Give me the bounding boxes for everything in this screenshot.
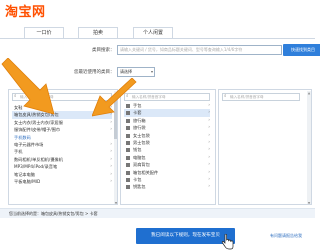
- taobao-logo[interactable]: 淘宝网: [5, 1, 46, 20]
- search-icon: ⌕: [224, 94, 227, 99]
- scroll-down-icon[interactable]: ▼: [307, 201, 311, 204]
- chevron-right-icon: ›: [208, 110, 210, 116]
- chevron-right-icon: ›: [208, 117, 210, 123]
- chevron-right-icon: ›: [208, 154, 210, 160]
- help-link[interactable]: 有问题请报告给我: [270, 233, 302, 239]
- category-icon: [126, 185, 130, 190]
- list-item[interactable]: 电子元器件市场 ›: [12, 141, 112, 148]
- list-item[interactable]: 箱包相关配件 ›: [124, 169, 210, 176]
- category-icon: [126, 155, 130, 160]
- chevron-down-icon: ▾: [150, 69, 153, 74]
- arrow-annotation-1: [1, 58, 55, 115]
- chevron-right-icon: ›: [110, 178, 112, 184]
- recent-category-select[interactable]: 请选择 ▾: [117, 67, 155, 77]
- recent-category-label: 您最近使用的类目：: [74, 70, 115, 75]
- chevron-right-icon: ›: [208, 125, 210, 131]
- list-item[interactable]: 女士内衣/男士内衣/家居服 ›: [12, 119, 112, 126]
- list-item[interactable]: 钥匙包 ›: [124, 183, 210, 190]
- scroll-up-icon[interactable]: ▲: [307, 91, 311, 95]
- tab-divider: [0, 38, 315, 39]
- column-3-search-placeholder: 输入名称/拼音首字母: [230, 95, 264, 99]
- chevron-right-icon: ›: [110, 127, 112, 133]
- chevron-right-icon: ›: [208, 169, 210, 175]
- top-bar: 淘宝网: [0, 0, 315, 20]
- list-item[interactable]: 卡包 ›: [124, 176, 210, 183]
- list-item[interactable]: 笔记本电脑 ›: [12, 171, 112, 178]
- list-item[interactable]: 男士包袋 ›: [124, 139, 210, 146]
- chevron-right-icon: ›: [208, 184, 210, 190]
- chevron-right-icon: ›: [110, 149, 112, 155]
- chevron-right-icon: ›: [110, 119, 112, 125]
- chevron-right-icon: ›: [208, 176, 210, 182]
- hand-cursor-icon: [221, 234, 234, 250]
- category-search-button[interactable]: 快速找到类目: [283, 44, 320, 56]
- column-3-scrollbar[interactable]: ▲ ▼: [307, 91, 311, 204]
- list-item[interactable]: 女士包袋 ›: [124, 132, 210, 139]
- selected-category-path: 您当前选择的是：箱包皮具/热销女包/男包 > 卡套: [0, 208, 315, 218]
- chevron-right-icon: ›: [208, 139, 210, 145]
- chevron-right-icon: ›: [208, 132, 210, 138]
- category-icon: [126, 140, 130, 145]
- list-item[interactable]: 双肩背包 ›: [124, 161, 210, 168]
- list-item[interactable]: 平板电脑/MID ›: [12, 178, 112, 185]
- category-icon: [126, 148, 130, 153]
- chevron-right-icon: ›: [208, 103, 210, 108]
- scroll-down-icon[interactable]: ▼: [114, 201, 117, 204]
- list-item[interactable]: 电脑包 ›: [124, 154, 210, 161]
- category-column-3: ⌕ 输入名称/拼音首字母 ▲ ▼: [218, 89, 312, 205]
- arrow-annotation-2: [92, 78, 137, 117]
- category-icon: [126, 163, 130, 168]
- chevron-right-icon: ›: [110, 164, 112, 170]
- category-icon: [126, 133, 130, 138]
- chevron-right-icon: ›: [208, 147, 210, 153]
- list-group-heading: 手机数码: [14, 134, 31, 140]
- chevron-right-icon: ›: [110, 156, 112, 162]
- list-item[interactable]: 服饰配件/皮带/帽子/围巾 ›: [12, 126, 112, 133]
- category-search-input[interactable]: 请输入关键词 / 货号，如商品标题关键词、型号等查询输入1/4/6字符: [117, 45, 282, 55]
- chevron-right-icon: ›: [110, 141, 112, 147]
- category-icon: [126, 177, 130, 182]
- category-icon: [126, 170, 130, 175]
- recent-category-value: 请选择: [120, 69, 132, 74]
- list-item[interactable]: MP3/MP4/iPod/录音笔 ›: [12, 163, 112, 170]
- column-3-search-input[interactable]: ⌕ 输入名称/拼音首字母: [222, 93, 300, 101]
- list-item[interactable]: 旅行袋 ›: [124, 124, 210, 131]
- chevron-right-icon: ›: [208, 162, 210, 168]
- chevron-right-icon: ›: [110, 171, 112, 177]
- category-search-label: 类目搜索：: [92, 48, 115, 53]
- list-item[interactable]: 数码相机/单反相机/摄像机 ›: [12, 156, 112, 163]
- category-icon: [126, 126, 130, 131]
- list-item[interactable]: 手机 ›: [12, 148, 112, 155]
- list-item[interactable]: 钱包 ›: [124, 146, 210, 153]
- category-icon: [126, 118, 130, 123]
